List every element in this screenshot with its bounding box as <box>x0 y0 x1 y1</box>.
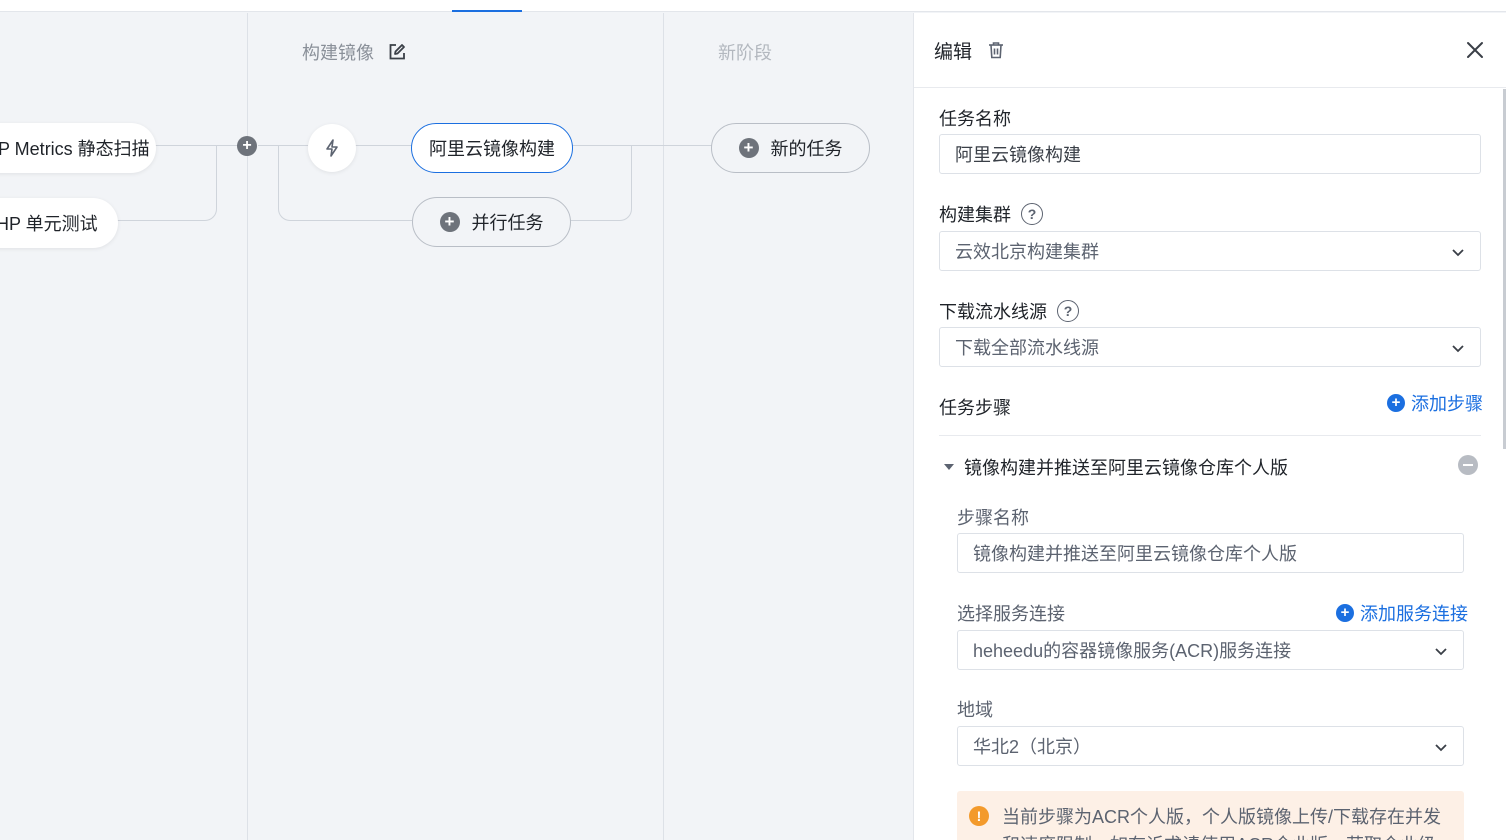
task-name-label-text: 任务名称 <box>939 109 1011 129</box>
add-service-connection-button[interactable]: + 添加服务连接 <box>1336 600 1468 626</box>
step-title: 镜像构建并推送至阿里云镜像仓库个人版 <box>964 458 1288 478</box>
chevron-down-icon <box>1435 744 1447 752</box>
task-node[interactable]: HP 单元测试 <box>0 198 118 248</box>
task-node-label: P Metrics 静态扫描 <box>0 139 150 159</box>
add-new-task-button[interactable]: + 新的任务 <box>711 123 870 173</box>
service-connection-label: 选择服务连接 <box>957 600 1065 626</box>
task-editor-panel: 编辑 任务名称 阿里云镜像构建 构建集群 ? 云效北京构建集群 下载流水线源 ?… <box>913 13 1506 840</box>
task-steps-label: 任务步骤 <box>939 394 1011 420</box>
region-label: 地域 <box>957 696 993 722</box>
lightning-icon <box>326 139 338 157</box>
divider <box>939 435 1481 436</box>
add-step-button[interactable]: + 添加步骤 <box>1387 390 1483 416</box>
task-name-label: 任务名称 <box>939 105 1011 131</box>
step-name-label-text: 步骤名称 <box>957 508 1029 528</box>
region-label-text: 地域 <box>957 700 993 720</box>
download-source-value: 下载全部流水线源 <box>955 338 1099 358</box>
add-step-label: 添加步骤 <box>1411 394 1483 414</box>
panel-header: 编辑 <box>914 13 1506 88</box>
add-parallel-task-button[interactable]: + 并行任务 <box>412 197 571 247</box>
service-connection-select[interactable]: heheedu的容器镜像服务(ACR)服务连接 <box>957 630 1464 670</box>
warning-icon: ! <box>969 806 989 826</box>
remove-step-icon[interactable] <box>1458 455 1478 475</box>
help-icon[interactable]: ? <box>1021 203 1043 225</box>
stage-title-build[interactable]: 构建镜像 <box>302 39 406 65</box>
stage-title-new[interactable]: 新阶段 <box>718 39 772 65</box>
plus-icon: + <box>439 212 460 232</box>
add-parallel-task-label: 并行任务 <box>471 213 544 233</box>
add-stage-button[interactable]: + <box>237 136 257 156</box>
build-cluster-label: 构建集群 ? <box>939 201 1043 227</box>
chevron-down-icon <box>1452 345 1464 353</box>
chevron-down-icon <box>1435 648 1447 656</box>
service-connection-value: heheedu的容器镜像服务(ACR)服务连接 <box>973 641 1292 661</box>
add-new-task-label: 新的任务 <box>770 139 843 159</box>
stage-trigger-button[interactable] <box>308 124 356 172</box>
service-connection-label-text: 选择服务连接 <box>957 604 1065 624</box>
chevron-down-icon <box>1452 249 1464 257</box>
step-name-input[interactable]: 镜像构建并推送至阿里云镜像仓库个人版 <box>957 533 1464 573</box>
trash-icon[interactable] <box>986 40 1006 60</box>
close-icon[interactable] <box>1465 40 1485 60</box>
task-node-selected[interactable]: 阿里云镜像构建 <box>411 123 573 173</box>
step-header[interactable]: 镜像构建并推送至阿里云镜像仓库个人版 <box>944 454 1288 480</box>
warning-line: 和速度限制，如有诉求请使用ACR企业版，获取企业级 <box>1002 831 1448 840</box>
step-name-label: 步骤名称 <box>957 504 1029 530</box>
top-tab-strip <box>0 0 1506 12</box>
download-source-label: 下载流水线源 ? <box>939 298 1079 324</box>
connector-line <box>570 145 632 221</box>
stage-divider <box>663 13 664 840</box>
plus-icon: + <box>1387 394 1405 412</box>
region-select[interactable]: 华北2（北京） <box>957 726 1464 766</box>
task-steps-label-text: 任务步骤 <box>939 398 1011 418</box>
build-cluster-label-text: 构建集群 <box>939 205 1011 225</box>
task-node[interactable]: P Metrics 静态扫描 <box>0 123 156 173</box>
pipeline-canvas: 构建镜像 新阶段 P Metrics 静态扫描 HP 单元测试 + 阿里云镜像构… <box>0 13 912 840</box>
add-service-connection-label: 添加服务连接 <box>1360 604 1468 624</box>
task-node-label: 阿里云镜像构建 <box>429 139 555 159</box>
plus-icon: + <box>738 138 759 158</box>
task-name-input[interactable]: 阿里云镜像构建 <box>939 134 1481 174</box>
build-cluster-select[interactable]: 云效北京构建集群 <box>939 231 1481 271</box>
active-tab-indicator <box>452 10 522 12</box>
edit-icon[interactable] <box>388 43 406 61</box>
acr-personal-warning: ! 当前步骤为ACR个人版，个人版镜像上传/下载存在并发 和速度限制，如有诉求请… <box>957 791 1464 840</box>
step-name-value: 镜像构建并推送至阿里云镜像仓库个人版 <box>973 544 1297 564</box>
task-name-value: 阿里云镜像构建 <box>955 145 1081 165</box>
warning-line: 当前步骤为ACR个人版，个人版镜像上传/下载存在并发 <box>1002 807 1442 827</box>
plus-icon: + <box>1336 604 1354 622</box>
download-source-select[interactable]: 下载全部流水线源 <box>939 327 1481 367</box>
region-value: 华北2（北京） <box>973 737 1092 757</box>
task-node-label: HP 单元测试 <box>0 214 98 234</box>
download-source-label-text: 下载流水线源 <box>939 302 1047 322</box>
build-cluster-value: 云效北京构建集群 <box>955 242 1099 262</box>
stage-title-text: 构建镜像 <box>302 43 374 63</box>
panel-title: 编辑 <box>934 41 973 63</box>
caret-down-icon <box>944 464 954 470</box>
help-icon[interactable]: ? <box>1057 300 1079 322</box>
stage-title-text: 新阶段 <box>718 43 772 63</box>
